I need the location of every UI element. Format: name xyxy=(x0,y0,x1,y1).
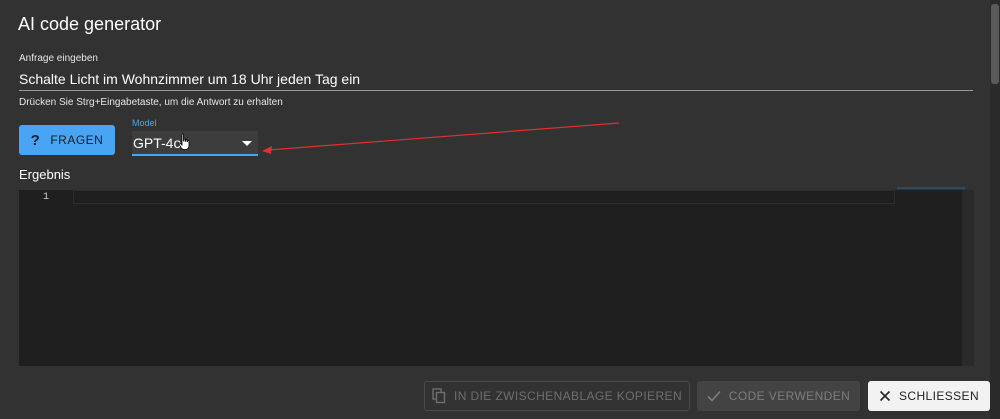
copy-button-label: IN DIE ZWISCHENABLAGE KOPIEREN xyxy=(453,389,683,403)
ask-button[interactable]: ? FRAGEN xyxy=(19,125,115,155)
dialog-title: AI code generator xyxy=(18,14,162,34)
code-editor[interactable]: 1 xyxy=(19,190,974,366)
query-hint: Drücken Sie Strg+Eingabetaste, um die An… xyxy=(19,97,283,108)
hand-cursor-icon xyxy=(178,133,190,150)
model-select-value: GPT-4o xyxy=(133,135,182,151)
editor-active-line[interactable] xyxy=(73,190,895,204)
ai-code-generator-dialog: AI code generator Anfrage eingeben Drück… xyxy=(0,0,990,419)
use-code-button[interactable]: CODE VERWENDEN xyxy=(697,381,860,411)
editor-accent-bar xyxy=(897,187,965,189)
dropdown-arrow-icon[interactable] xyxy=(242,141,252,146)
model-select[interactable]: GPT-4o xyxy=(132,131,258,156)
close-button[interactable]: SCHLIESSEN xyxy=(868,381,990,411)
query-label: Anfrage eingeben xyxy=(19,53,98,64)
close-icon xyxy=(879,390,891,402)
question-mark-icon: ? xyxy=(30,131,41,149)
ask-button-label: FRAGEN xyxy=(50,133,104,147)
query-input[interactable] xyxy=(19,68,973,91)
use-code-button-label: CODE VERWENDEN xyxy=(728,389,851,403)
line-number: 1 xyxy=(42,192,49,203)
close-button-label: SCHLIESSEN xyxy=(898,389,980,403)
model-label: Model xyxy=(132,118,157,128)
editor-gutter: 1 xyxy=(19,190,69,366)
dialog-scrollbar-thumb[interactable] xyxy=(991,4,999,84)
check-icon xyxy=(707,390,721,402)
editor-scrollbar[interactable] xyxy=(962,190,974,366)
copy-icon xyxy=(432,388,446,404)
copy-to-clipboard-button[interactable]: IN DIE ZWISCHENABLAGE KOPIEREN xyxy=(424,381,690,411)
result-label: Ergebnis xyxy=(19,167,71,182)
